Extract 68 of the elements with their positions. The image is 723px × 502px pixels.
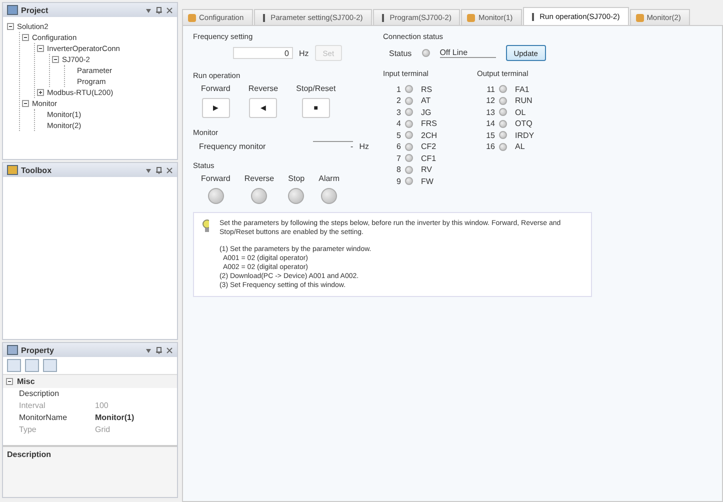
expander-toggle[interactable] [22,100,29,107]
terminal-name: AL [515,142,525,151]
terminal-name: AT [421,96,431,105]
terminal-number: 11 [486,84,495,94]
terminal-name: RUN [515,96,532,105]
status-label: Status [389,48,412,58]
panel-title: Property [21,346,55,354]
expander-toggle[interactable] [37,89,44,96]
close-icon[interactable] [166,6,173,14]
property-name: Type [19,425,38,435]
panel-icon [7,165,18,175]
property-value[interactable]: Monitor(1) [95,413,177,423]
terminal-name: FA1 [515,84,530,94]
property-name: MonitorName [19,413,68,423]
terminal-name: FRS [421,119,437,128]
button-label: Reverse [248,84,278,93]
terminal-number: 12 [486,96,495,105]
terminal-name: CF1 [421,154,436,162]
monitor-label: Frequency monitor [199,142,266,150]
close-icon[interactable] [166,166,173,174]
terminal-number: 9 [396,176,401,186]
property-name: Description [19,389,60,399]
terminal-number: 15 [486,130,495,140]
expander-toggle[interactable] [52,56,59,63]
terminal-number: 4 [396,119,401,128]
lamp-label: Reverse [244,174,274,183]
unit-label: Hz [359,142,369,150]
panel-icon [7,5,18,15]
terminal-number: 7 [396,154,401,162]
expander-toggle[interactable] [37,45,44,52]
panel-title: Project [21,6,50,14]
terminal-number: 8 [396,165,401,174]
terminal-name: JG [421,108,432,116]
lamp-label: Alarm [318,174,340,183]
terminal-number: 1 [396,84,401,94]
lamp-label: Forward [201,174,230,183]
terminal-name: IRDY [515,130,534,140]
button-label: Forward [201,84,230,93]
description-title: Description [3,445,177,497]
terminal-number: 14 [486,119,495,128]
monitor-value: - [313,141,354,151]
expander-toggle[interactable] [22,34,29,41]
terminal-name: CF2 [421,142,436,151]
terminal-number: 16 [486,142,495,151]
terminal-number: 6 [396,142,401,151]
terminal-name: FW [421,176,434,186]
panel-title: Toolbox [21,166,53,174]
category-label: Misc [17,377,35,386]
expander-toggle[interactable] [6,378,13,385]
status-value: Off Line [440,48,496,58]
panel-icon [7,345,18,355]
property-name: Interval [19,401,46,411]
lightbulb-icon [202,219,210,233]
terminal-number: 5 [396,130,401,140]
terminal-name: OL [515,108,526,116]
terminal-number: 2 [396,96,401,105]
button-label: Stop/Reset [296,84,336,93]
terminal-name: OTQ [515,119,532,128]
terminal-number: 13 [486,108,495,116]
terminal-name: 2CH [421,130,438,140]
terminal-name: RV [421,165,432,174]
lamp-label: Stop [288,174,305,183]
close-icon[interactable] [166,346,173,354]
terminal-name: RS [421,84,432,94]
frequency-field[interactable]: 0 [233,47,293,59]
expander-toggle[interactable] [7,23,14,30]
unit-label: Hz [299,48,309,58]
terminal-number: 3 [396,108,401,116]
